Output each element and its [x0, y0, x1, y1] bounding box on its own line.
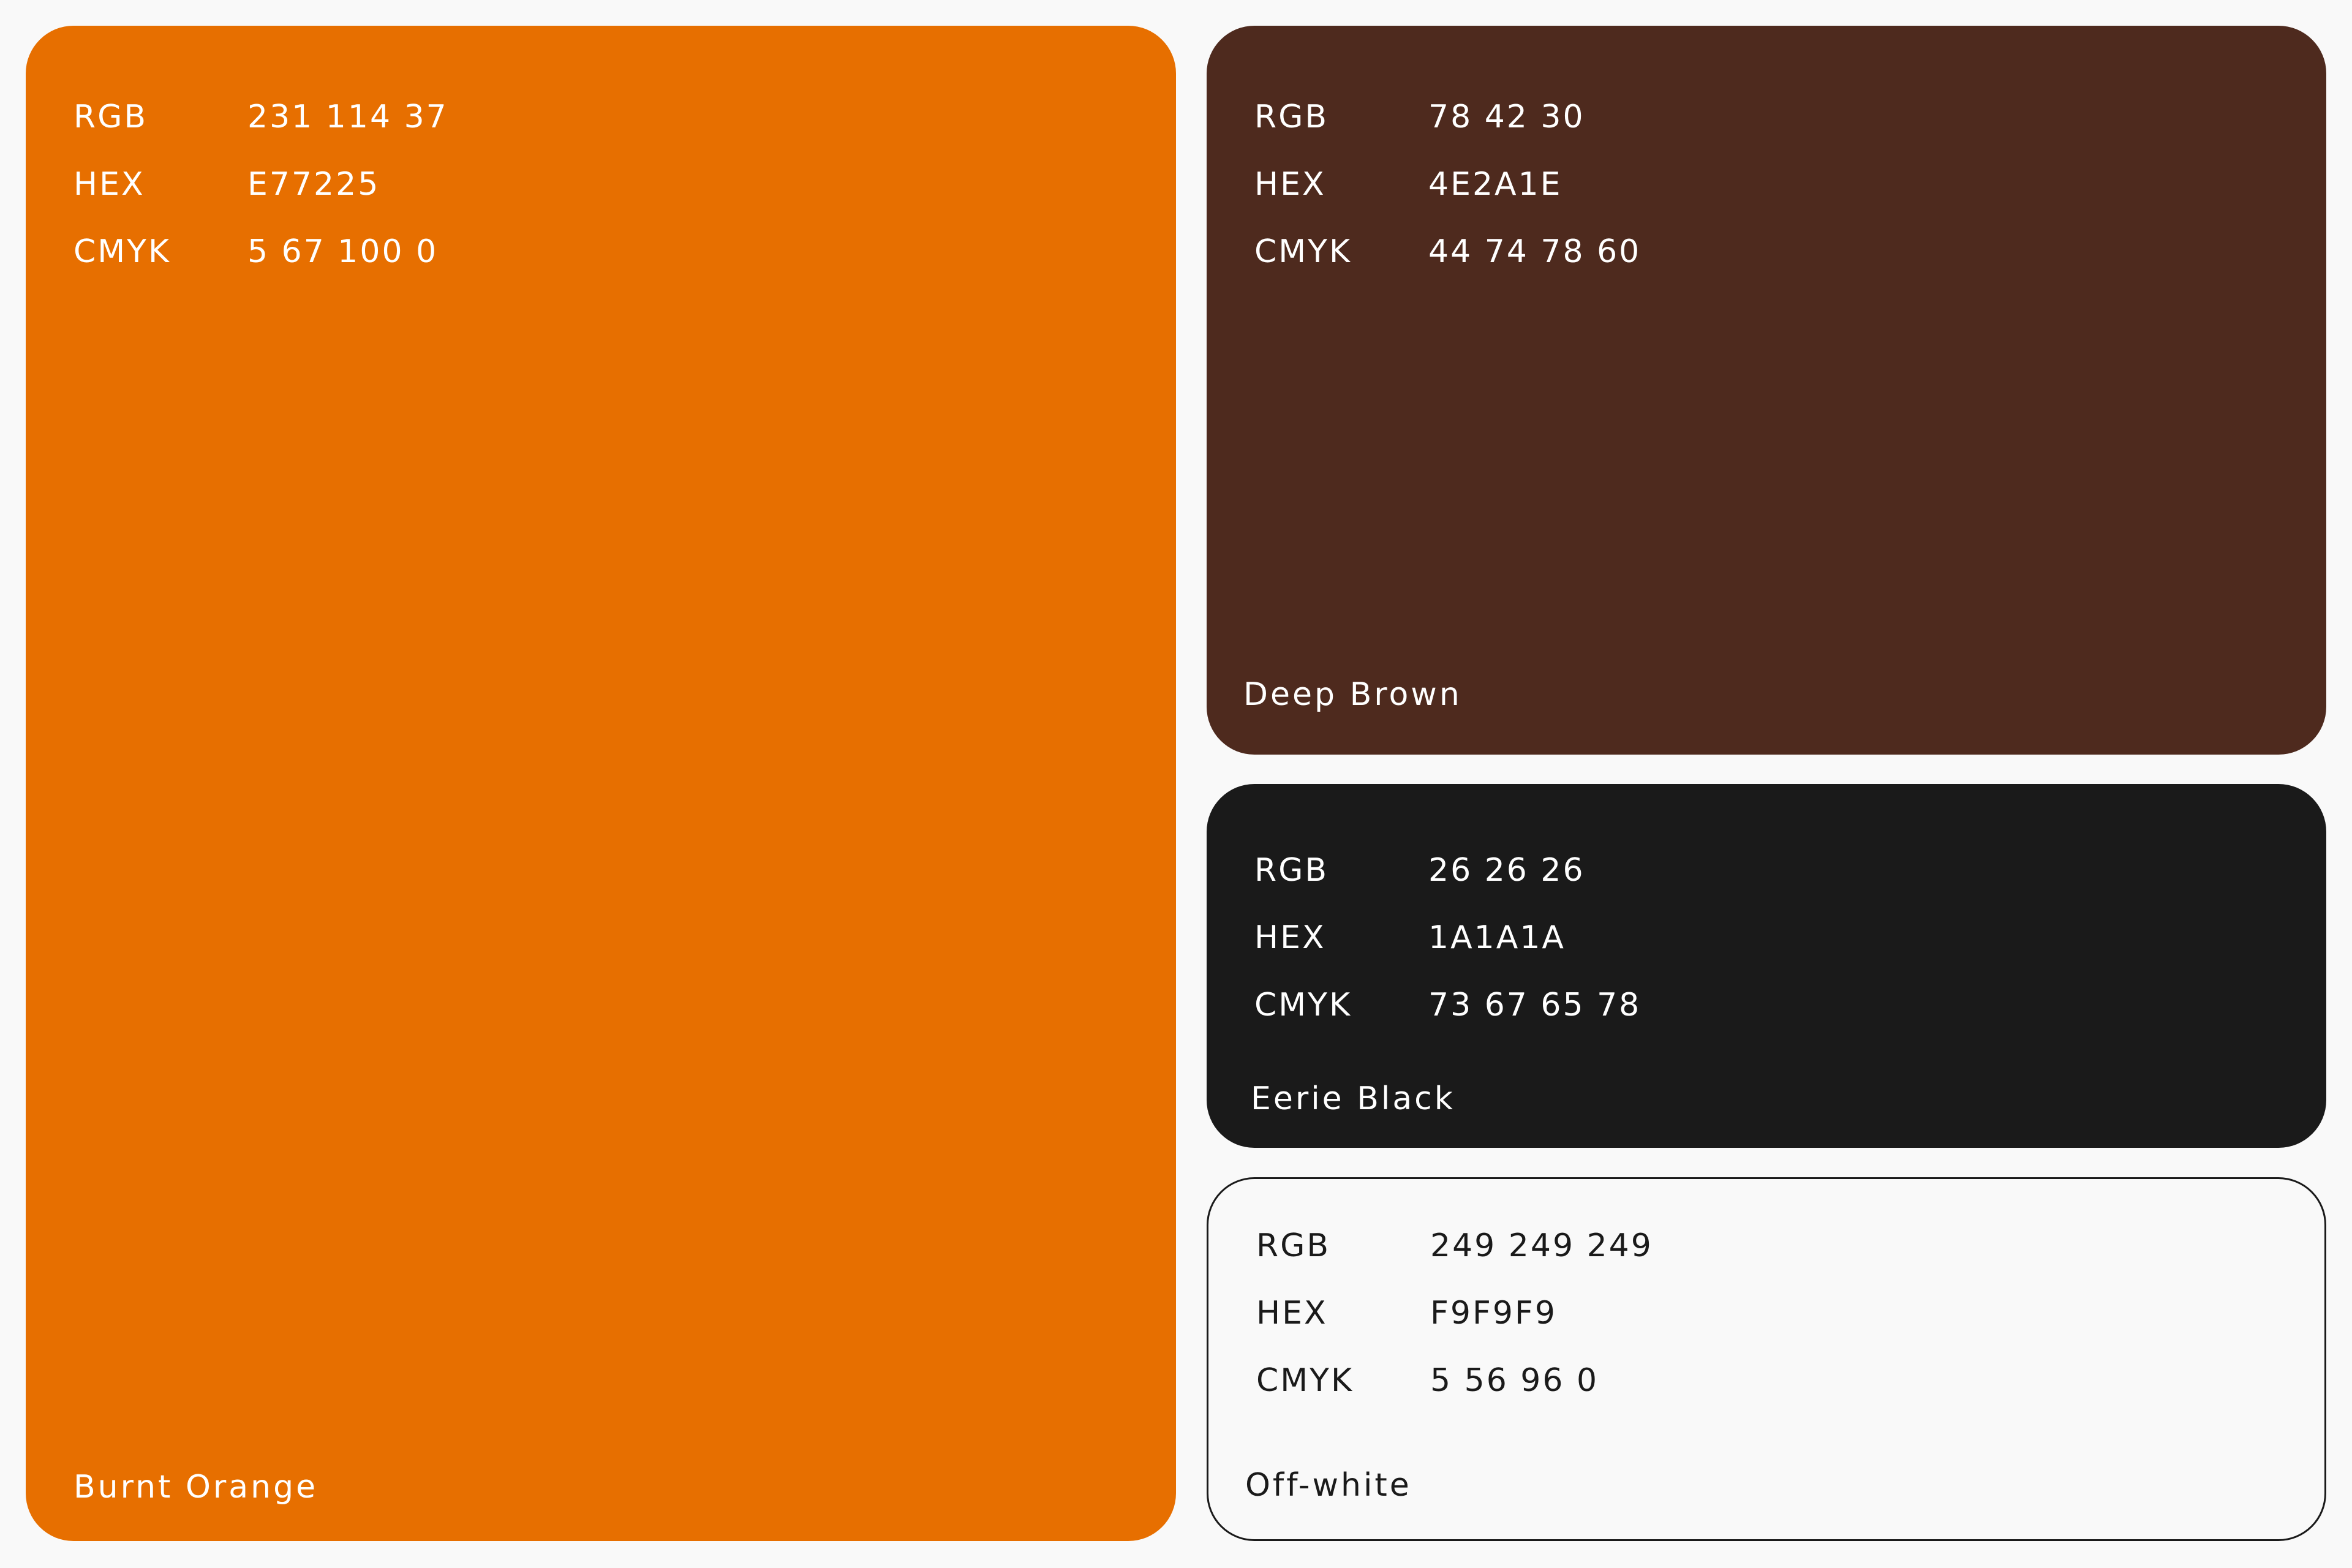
- rgb-row: RGB 231 114 37: [74, 83, 448, 151]
- hex-label: HEX: [74, 166, 145, 203]
- hex-label: HEX: [1254, 919, 1326, 956]
- swatch-card-eerie-black: RGB 26 26 26 HEX 1A1A1A CMYK 73 67 65 78…: [1207, 784, 2326, 1148]
- color-specs: RGB 231 114 37 HEX E77225 CMYK 5 67 100 …: [74, 83, 448, 285]
- cmyk-value: 44 74 78 60: [1428, 233, 1642, 270]
- cmyk-row: CMYK 5 56 96 0: [1256, 1347, 1653, 1414]
- cmyk-label: CMYK: [74, 233, 172, 270]
- cmyk-label: CMYK: [1254, 233, 1352, 270]
- swatch-card-deep-brown: RGB 78 42 30 HEX 4E2A1E CMYK 44 74 78 60…: [1207, 26, 2326, 755]
- cmyk-label: CMYK: [1256, 1362, 1354, 1399]
- hex-value: 1A1A1A: [1428, 919, 1566, 956]
- rgb-row: RGB 249 249 249: [1256, 1212, 1653, 1280]
- swatch-name: Off-white: [1245, 1467, 1412, 1504]
- hex-label: HEX: [1254, 166, 1326, 203]
- rgb-value: 26 26 26: [1428, 852, 1585, 889]
- hex-row: HEX 1A1A1A: [1254, 904, 1641, 971]
- swatch-card-off-white: RGB 249 249 249 HEX F9F9F9 CMYK 5 56 96 …: [1207, 1177, 2326, 1541]
- hex-row: HEX E77225: [74, 151, 448, 218]
- cmyk-row: CMYK 44 74 78 60: [1254, 218, 1641, 285]
- swatch-name: Burnt Orange: [74, 1469, 318, 1506]
- hex-value: F9F9F9: [1430, 1295, 1557, 1332]
- rgb-label: RGB: [1254, 99, 1329, 135]
- color-specs: RGB 249 249 249 HEX F9F9F9 CMYK 5 56 96 …: [1256, 1212, 1653, 1414]
- cmyk-row: CMYK 5 67 100 0: [74, 218, 448, 285]
- rgb-value: 231 114 37: [247, 99, 448, 135]
- swatch-name: Deep Brown: [1243, 676, 1462, 713]
- swatch-card-burnt-orange: RGB 231 114 37 HEX E77225 CMYK 5 67 100 …: [26, 26, 1176, 1541]
- hex-row: HEX F9F9F9: [1256, 1280, 1653, 1347]
- cmyk-value: 73 67 65 78: [1428, 987, 1642, 1023]
- rgb-row: RGB 78 42 30: [1254, 83, 1641, 151]
- hex-label: HEX: [1256, 1295, 1328, 1332]
- color-specs: RGB 78 42 30 HEX 4E2A1E CMYK 44 74 78 60: [1254, 83, 1641, 285]
- rgb-label: RGB: [74, 99, 148, 135]
- swatch-name: Eerie Black: [1251, 1080, 1455, 1117]
- cmyk-label: CMYK: [1254, 987, 1352, 1023]
- rgb-label: RGB: [1254, 852, 1329, 889]
- hex-row: HEX 4E2A1E: [1254, 151, 1641, 218]
- cmyk-value: 5 67 100 0: [247, 233, 439, 270]
- rgb-label: RGB: [1256, 1227, 1331, 1264]
- rgb-value: 249 249 249: [1430, 1227, 1653, 1264]
- hex-value: 4E2A1E: [1428, 166, 1562, 203]
- rgb-row: RGB 26 26 26: [1254, 837, 1641, 904]
- cmyk-value: 5 56 96 0: [1430, 1362, 1599, 1399]
- color-specs: RGB 26 26 26 HEX 1A1A1A CMYK 73 67 65 78: [1254, 837, 1641, 1039]
- cmyk-row: CMYK 73 67 65 78: [1254, 971, 1641, 1039]
- rgb-value: 78 42 30: [1428, 99, 1585, 135]
- hex-value: E77225: [247, 166, 380, 203]
